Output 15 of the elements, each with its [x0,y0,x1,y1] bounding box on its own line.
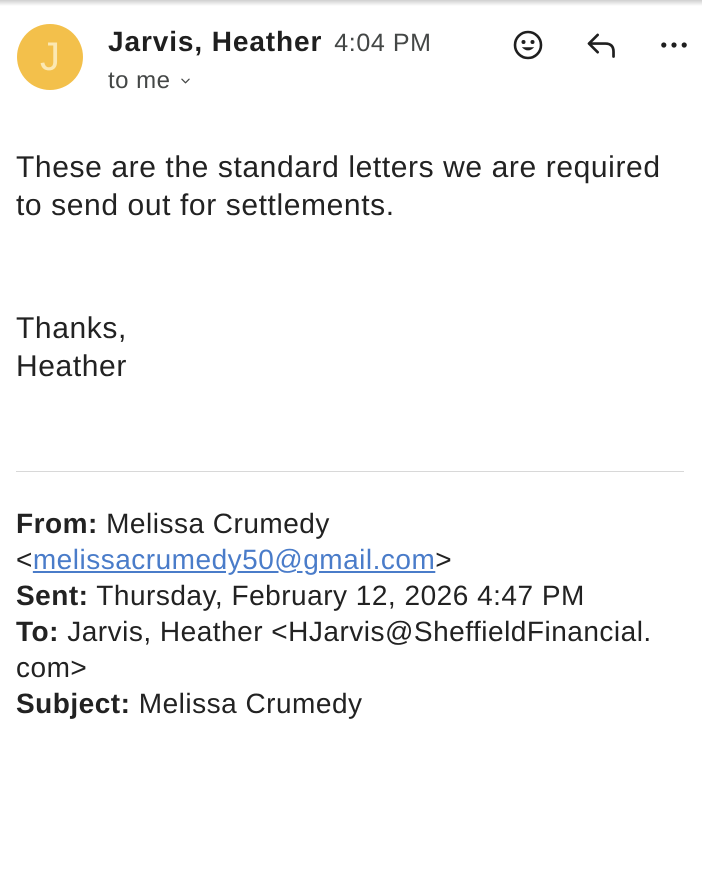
avatar: J [17,24,83,90]
message-paragraph: These are the standard letters we are required to send out for settlements. [16,150,662,224]
recipient-details-button[interactable]: to me [108,67,190,95]
message-paragraph: Thanks, Heather [16,311,128,385]
quoted-header-line: From: Melissa Crumedy <melissacrumedy50@gmail.com> [16,507,454,577]
more-icon [661,42,687,48]
message-time: 4:04 PM [334,29,432,58]
email-link[interactable]: melissacrumedy50@gmail.com [32,544,436,575]
chevron-down-icon [180,78,190,84]
sender-name: Jarvis, Heather [108,26,322,58]
quoted-header-line: Sent: Thursday, February 12, 2026 4:47 PM [16,579,586,613]
quoted-header-line: To: Jarvis, Heather <HJarvis@SheffieldFinancial.com> [16,615,653,685]
smiley-face-icon [513,30,543,60]
reply-icon [586,32,616,58]
quoted-header-line: Subject: Melissa Crumedy [16,687,364,721]
